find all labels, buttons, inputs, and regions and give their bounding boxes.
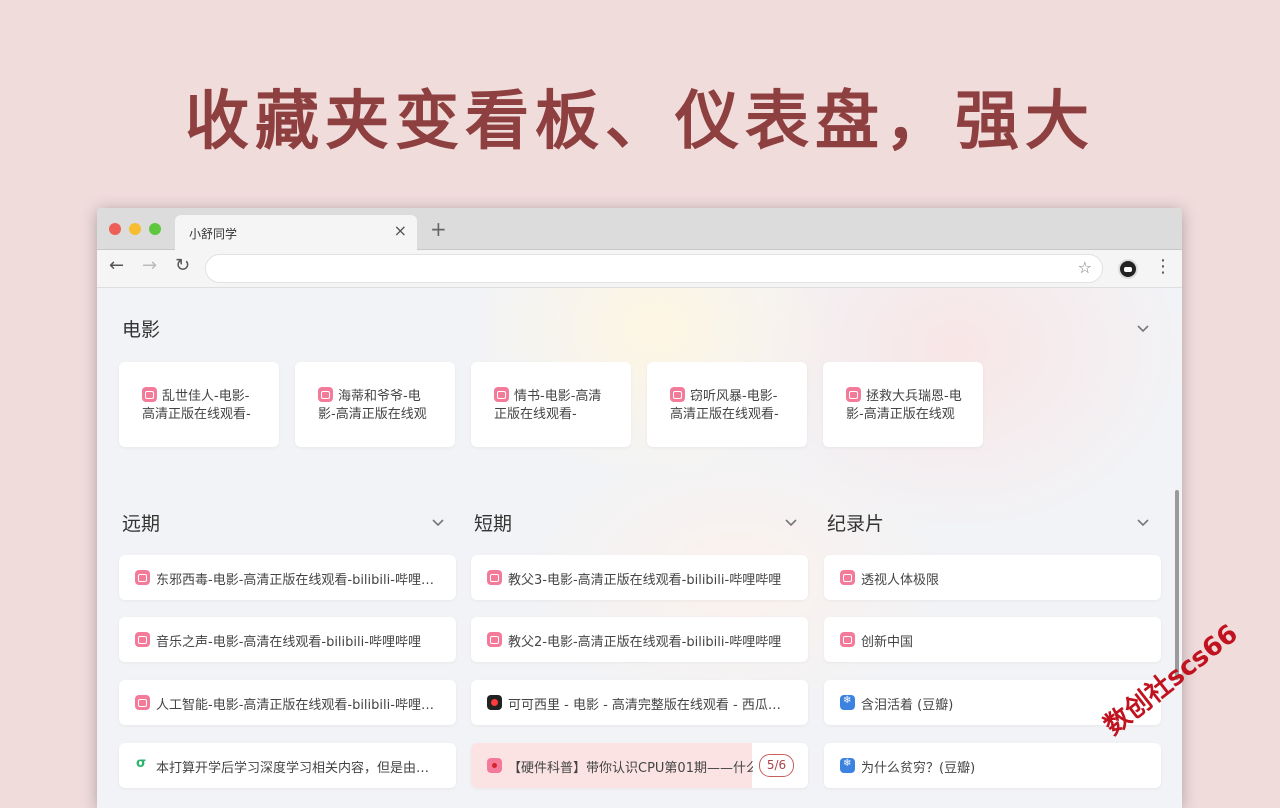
list-item[interactable]: 教父2-电影-高清正版在线观看-bilibili-哔哩哔哩	[471, 617, 808, 662]
dashboard-content: 电影 乱世佳人-电影-高清正版在线观看-bilibili-哔哩哔哩 海蒂和爷爷-…	[97, 288, 1182, 808]
minimize-window-button[interactable]	[129, 223, 141, 235]
list-item[interactable]: 透视人体极限	[824, 555, 1161, 600]
tile-label: 窃听风暴-电影-高清正版在线观看-bilibili-哔哩哔哩	[670, 389, 779, 422]
page-headline: 收藏夹变看板、仪表盘，强大	[185, 85, 1095, 159]
list-item[interactable]: 教父3-电影-高清正版在线观看-bilibili-哔哩哔哩	[471, 555, 808, 600]
address-bar[interactable]: ☆	[205, 254, 1103, 283]
list-item-label: 教父3-电影-高清正版在线观看-bilibili-哔哩哔哩	[508, 573, 782, 588]
list-item-label: 创新中国	[861, 635, 914, 650]
section-title-longterm: 远期	[122, 513, 161, 535]
chevron-down-icon[interactable]	[1135, 320, 1151, 336]
bilibili-icon	[135, 570, 150, 585]
tile-label: 情书-电影-高清正版在线观看-bilibili-哔哩哔哩	[494, 389, 602, 422]
chevron-down-icon[interactable]	[430, 514, 446, 530]
list-item-in-progress[interactable]: 【硬件科普】带你认识CPU第01期——什么是 5/6	[471, 743, 808, 788]
list-item-label: 教父2-电影-高清正版在线观看-bilibili-哔哩哔哩	[508, 635, 782, 650]
profile-avatar[interactable]	[1118, 259, 1138, 279]
close-window-button[interactable]	[109, 223, 121, 235]
maximize-window-button[interactable]	[149, 223, 161, 235]
tile-label: 乱世佳人-电影-高清正版在线观看-bilibili-哔哩哔哩	[142, 389, 251, 422]
bilibili-icon	[494, 387, 509, 402]
list-item-label: 人工智能-电影-高清正版在线观看-bilibili-哔哩哔哩	[156, 698, 441, 713]
bilibili-icon	[487, 758, 502, 773]
list-item-label: 本打算开学后学习深度学习相关内容，但是由于生...	[156, 761, 441, 776]
tile-movie[interactable]: 乱世佳人-电影-高清正版在线观看-bilibili-哔哩哔哩	[119, 362, 279, 447]
list-item-label: 【硬件科普】带你认识CPU第01期——什么是	[508, 761, 753, 776]
xigua-icon	[487, 695, 502, 710]
tile-movie[interactable]: 拯救大兵瑞恩-电影-高清正版在线观看-bilibili-哔哩哔哩	[823, 362, 983, 447]
tab-title: 小舒同学	[189, 227, 238, 241]
list-item[interactable]: 为什么贫穷？(豆瓣)	[824, 743, 1161, 788]
new-tab-button[interactable]: +	[430, 217, 447, 241]
more-menu-icon[interactable]: ⋮	[1154, 256, 1172, 277]
tile-movie[interactable]: 窃听风暴-电影-高清正版在线观看-bilibili-哔哩哔哩	[647, 362, 807, 447]
chevron-down-icon[interactable]	[1135, 514, 1151, 530]
bilibili-icon	[840, 570, 855, 585]
tile-movie[interactable]: 海蒂和爷爷-电影-高清正版在线观看-bilibili-哔哩哔哩	[295, 362, 455, 447]
bilibili-icon	[135, 632, 150, 647]
back-icon[interactable]: ←	[109, 255, 124, 276]
list-item-label: 为什么贫穷？(豆瓣)	[861, 761, 976, 776]
bookmark-star-icon[interactable]: ☆	[1078, 258, 1092, 277]
list-item[interactable]: 东邪西毒-电影-高清正版在线观看-bilibili-哔哩哔哩	[119, 555, 456, 600]
browser-toolbar: ← → ↻ ☆ ⋮	[97, 250, 1182, 288]
bilibili-icon	[487, 632, 502, 647]
bilibili-icon	[670, 387, 685, 402]
tile-movie[interactable]: 情书-电影-高清正版在线观看-bilibili-哔哩哔哩	[471, 362, 631, 447]
progress-badge: 5/6	[759, 754, 794, 777]
reload-icon[interactable]: ↻	[175, 255, 190, 276]
url-input[interactable]	[220, 260, 1064, 280]
list-item-label: 透视人体极限	[861, 573, 940, 588]
section-title-shortterm: 短期	[474, 513, 513, 535]
list-item-label: 可可西里 - 电影 - 高清完整版在线观看 - 西瓜视频	[508, 698, 793, 713]
list-item-label: 音乐之声-电影-高清在线观看-bilibili-哔哩哔哩	[156, 635, 421, 650]
list-item-label: 东邪西毒-电影-高清正版在线观看-bilibili-哔哩哔哩	[156, 573, 441, 588]
bilibili-icon	[846, 387, 861, 402]
tab-bar: 小舒同学 × +	[97, 208, 1182, 250]
bilibili-icon	[318, 387, 333, 402]
bilibili-icon	[142, 387, 157, 402]
chevron-down-icon[interactable]	[783, 514, 799, 530]
section-title-documentary: 纪录片	[827, 513, 885, 535]
bilibili-icon	[135, 695, 150, 710]
tab-active[interactable]: 小舒同学 ×	[175, 215, 417, 250]
list-item[interactable]: 可可西里 - 电影 - 高清完整版在线观看 - 西瓜视频	[471, 680, 808, 725]
douban-icon	[840, 758, 855, 773]
bilibili-icon	[840, 632, 855, 647]
close-icon[interactable]: ×	[394, 221, 407, 240]
green-s-icon	[135, 756, 150, 773]
browser-window: 小舒同学 × + ← → ↻ ☆ ⋮ 电影 乱世佳人-电影-高清正版在线观看-b…	[97, 208, 1182, 808]
tile-label: 拯救大兵瑞恩-电影-高清正版在线观看-bilibili-哔哩哔哩	[846, 389, 962, 422]
forward-icon[interactable]: →	[142, 255, 157, 276]
bilibili-icon	[487, 570, 502, 585]
section-title-movies: 电影	[122, 319, 161, 341]
douban-icon	[840, 695, 855, 710]
list-item[interactable]: 创新中国	[824, 617, 1161, 662]
list-item[interactable]: 人工智能-电影-高清正版在线观看-bilibili-哔哩哔哩	[119, 680, 456, 725]
list-item[interactable]: 本打算开学后学习深度学习相关内容，但是由于生...	[119, 743, 456, 788]
tile-label: 海蒂和爷爷-电影-高清正版在线观看-bilibili-哔哩哔哩	[318, 389, 427, 422]
list-item[interactable]: 音乐之声-电影-高清在线观看-bilibili-哔哩哔哩	[119, 617, 456, 662]
